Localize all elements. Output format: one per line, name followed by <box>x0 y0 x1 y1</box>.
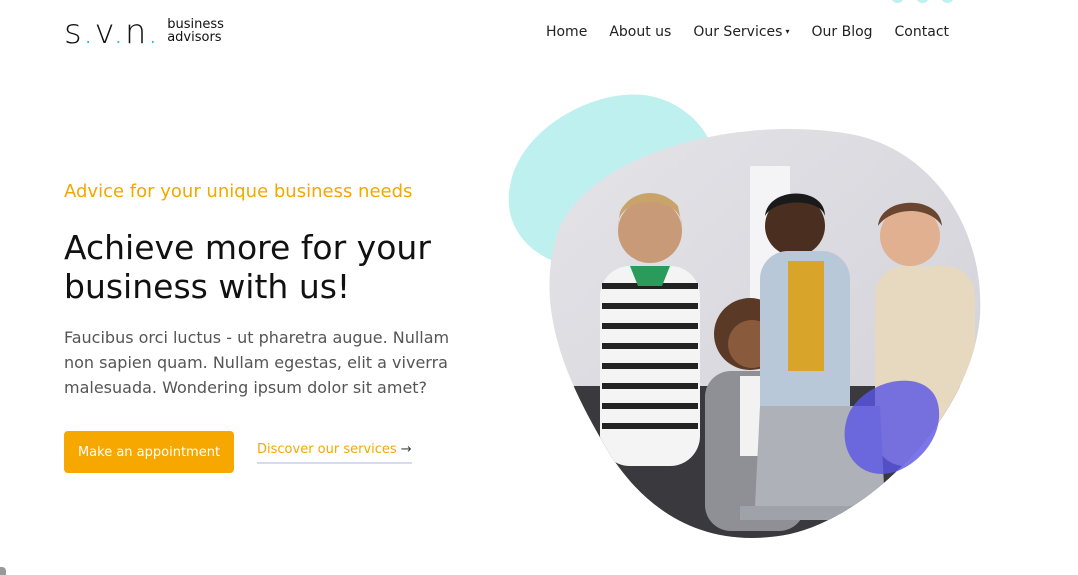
discover-services-link[interactable]: Discover our services → <box>257 442 412 464</box>
discover-services-label: Discover our services <box>257 442 397 457</box>
nav-item-our-blog[interactable]: Our Blog <box>811 22 872 42</box>
corner-mark <box>0 567 6 575</box>
decorative-dot <box>916 0 929 3</box>
logo-mark: s.v.n. <box>64 14 159 50</box>
nav-item-contact[interactable]: Contact <box>895 22 949 42</box>
chevron-down-icon: ▾ <box>785 27 790 36</box>
logo-letter: s <box>64 12 83 52</box>
hero-image <box>508 94 981 538</box>
hero-headline: Achieve more for your business with us! <box>64 228 431 306</box>
logo-letter: n <box>124 12 148 52</box>
make-appointment-button[interactable]: Make an appointment <box>64 431 234 473</box>
logo-letter: v <box>94 12 114 52</box>
logo-dot: . <box>82 12 95 52</box>
main-nav: Home About us Our Services ▾ Our Blog Con… <box>546 22 949 42</box>
logo-line-2: advisors <box>167 30 222 45</box>
arrow-right-icon: → <box>400 442 412 457</box>
nav-item-label: Our Services <box>693 24 783 40</box>
decorative-dot <box>941 0 954 3</box>
nav-item-our-services[interactable]: Our Services ▾ <box>693 22 789 42</box>
hero-kicker: Advice for your unique business needs <box>64 181 413 202</box>
nav-item-about-us[interactable]: About us <box>609 22 671 42</box>
logo-dot: . <box>113 12 125 52</box>
nav-item-home[interactable]: Home <box>546 22 587 42</box>
decorative-dot <box>891 0 904 3</box>
logo-dot: . <box>147 12 160 52</box>
decorative-dots <box>891 0 954 3</box>
hero-visual <box>490 86 1000 546</box>
hero-description: Faucibus orci luctus - ut pharetra augue… <box>64 328 450 397</box>
logo-subtitle: business advisors <box>167 18 224 44</box>
logo[interactable]: s.v.n. business advisors <box>64 14 224 50</box>
